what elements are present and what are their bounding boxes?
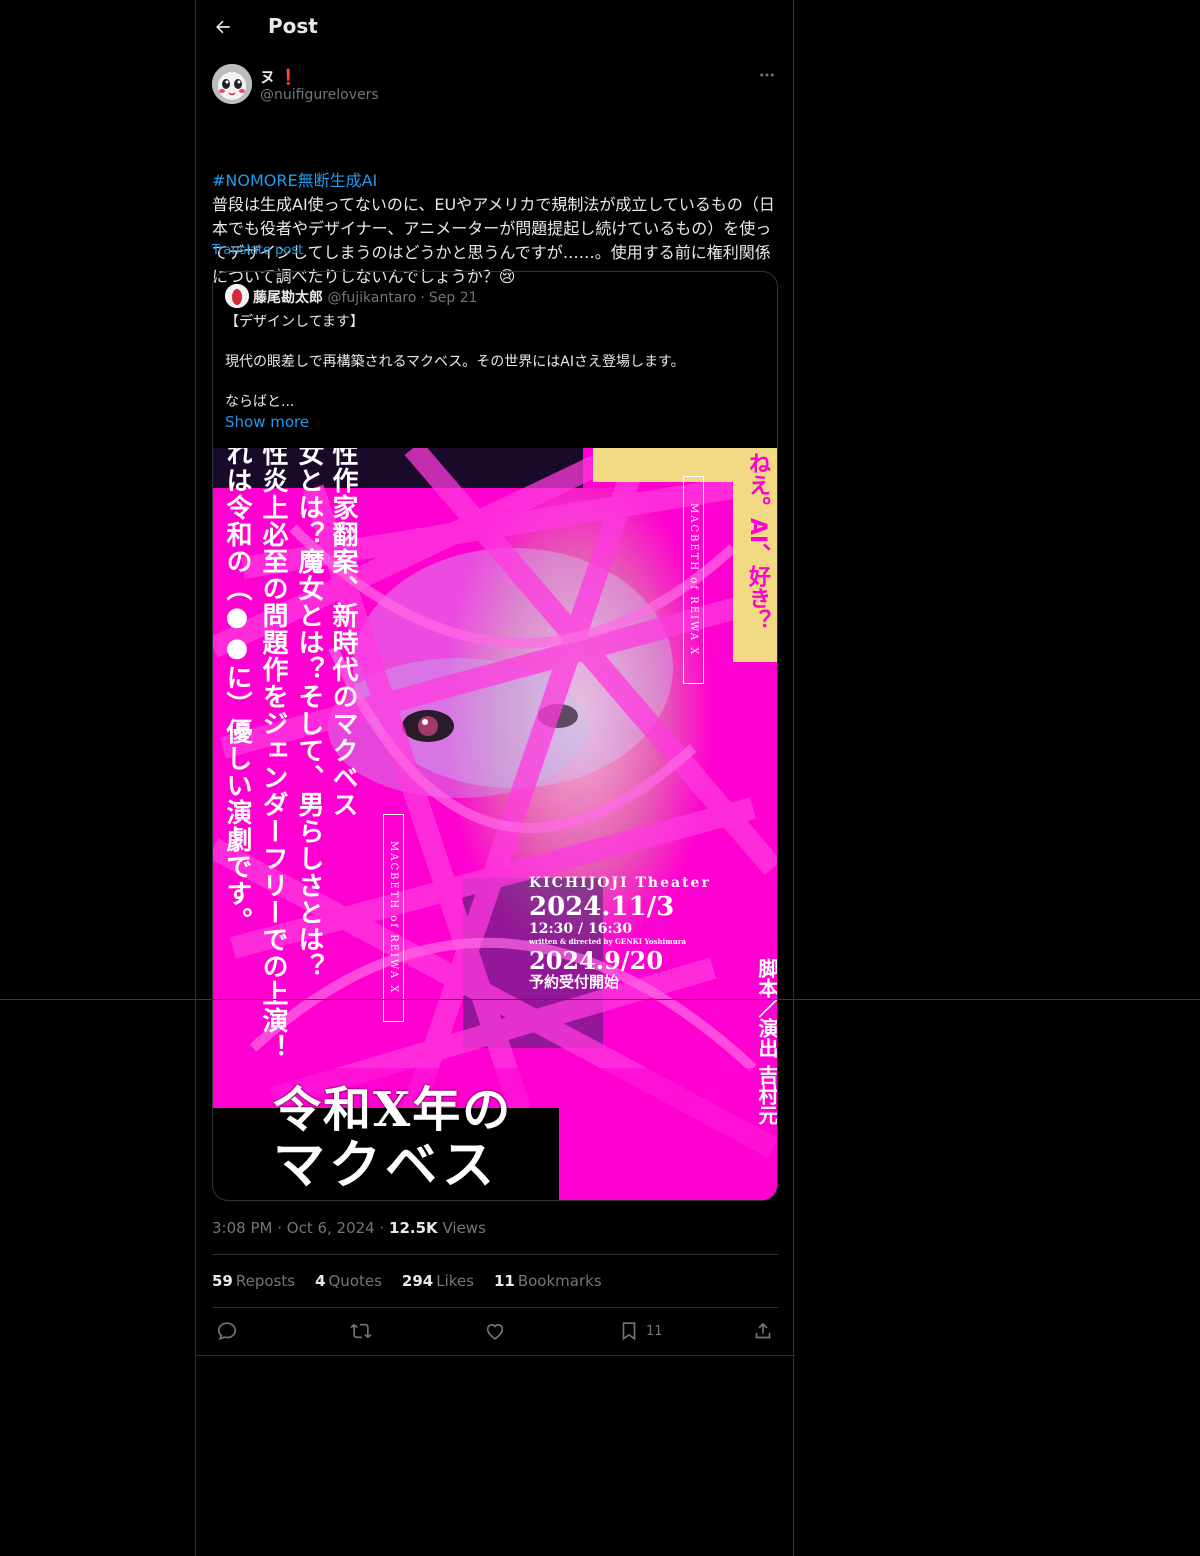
overlay-line	[0, 999, 1200, 1000]
quoted-author-name: 藤尾勘太郎	[253, 290, 323, 306]
reply-icon	[217, 1322, 237, 1341]
post-stats: 59 Reposts 4 Quotes 294 Likes 11 Bookmarks	[212, 1272, 602, 1290]
show-more-link[interactable]: Show more	[225, 413, 309, 431]
post-meta: 3:08 PM · Oct 6, 2024 · 12.5K Views	[212, 1219, 486, 1237]
share-icon	[755, 1322, 771, 1339]
reply-button[interactable]	[216, 1319, 238, 1343]
poster-vertical-text-4: れは令和の（●●に）優しい演劇です。	[222, 448, 252, 934]
avatar-image	[212, 64, 252, 104]
author-badge: ❗	[279, 68, 298, 86]
poster-event-info: KICHIJOJI Theater 2024.11/3 12:30 / 16:3…	[529, 876, 739, 990]
bookmark-icon	[622, 1322, 636, 1341]
author-name[interactable]: ヌ ❗	[260, 66, 298, 87]
poster-macbeth-frame-top: MACBETH of REIWA X	[683, 476, 704, 684]
bookmarks-label: Bookmarks	[517, 1272, 602, 1290]
quoted-author-handle: @fujikantaro	[327, 290, 417, 306]
quoted-image[interactable]: ねえ。AI、好き？ 性作家翻案、新時代のマクベス 女とは？魔女とは？そして、男ら…	[213, 448, 778, 1200]
arrow-left-icon	[216, 20, 230, 34]
poster-credits: written & directed by GENKI Yoshimura	[529, 937, 686, 946]
views-label: Views	[442, 1219, 486, 1237]
bookmarks-count: 11	[493, 1272, 515, 1290]
poster-date-2: 2024.9/20	[529, 946, 664, 975]
poster-vertical-text-1: 性作家翻案、新時代のマクベス	[328, 448, 358, 818]
bookmark-count: 11	[646, 1323, 663, 1339]
quoted-avatar	[225, 284, 249, 308]
author-handle[interactable]: @nuifigurelovers	[260, 87, 379, 103]
quoted-line-2: 現代の眼差しで再構築されるマクベス。その世界にはAIさえ登場します。	[225, 354, 685, 370]
reposts-count: 59	[212, 1272, 233, 1290]
poster-ai-text: ねえ。AI、好き？	[745, 452, 770, 632]
poster-times: 12:30 / 16:30	[529, 921, 633, 937]
avatar[interactable]	[212, 64, 252, 104]
poster-macbeth-frame-mid: MACBETH of REIWA X	[383, 814, 404, 1022]
poster-theater: KICHIJOJI Theater	[529, 875, 711, 891]
bookmark-button[interactable]: 11	[618, 1319, 663, 1343]
heart-icon	[486, 1323, 504, 1340]
quotes-stat[interactable]: 4 Quotes	[315, 1272, 382, 1290]
poster-vertical-text-3: 性炎上必至の問題作をジェンダーフリーでの上演！	[258, 448, 288, 1061]
poster-title-line-2: マクベス	[273, 1135, 499, 1196]
bookmarks-stat[interactable]: 11 Bookmarks	[494, 1272, 602, 1290]
quoted-header: 藤尾勘太郎 @fujikantaro · Sep 21	[253, 287, 478, 307]
author-display-name: ヌ	[260, 68, 276, 86]
quoted-date: Sep 21	[428, 290, 478, 306]
back-button[interactable]	[208, 12, 238, 42]
quoted-line-1: 【デザインしてます】	[225, 314, 364, 330]
poster-date-1: 2024.11/3	[529, 892, 675, 922]
quoted-post[interactable]: 藤尾勘太郎 @fujikantaro · Sep 21 【デザインしてます】 現代の…	[212, 271, 778, 1201]
repost-button[interactable]	[350, 1319, 372, 1343]
like-button[interactable]	[484, 1319, 506, 1343]
divider	[212, 1307, 778, 1308]
share-button[interactable]	[752, 1319, 774, 1343]
likes-label: Likes	[436, 1272, 474, 1290]
post-date[interactable]: Oct 6, 2024	[287, 1219, 375, 1237]
primary-column: Post ヌ ❗ @nuifigurelovers #NOMORE無断生成AI …	[195, 0, 795, 1556]
separator-dot: ·	[420, 290, 425, 306]
likes-stat[interactable]: 294 Likes	[402, 1272, 474, 1290]
post-time[interactable]: 3:08 PM	[212, 1219, 272, 1237]
quoted-line-3: ならばと...	[225, 394, 295, 410]
divider	[196, 1355, 795, 1356]
more-options-button[interactable]	[756, 64, 778, 86]
views-count: 12.5K	[389, 1219, 438, 1237]
more-icon	[760, 73, 774, 77]
header: Post	[196, 0, 795, 54]
quotes-label: Quotes	[328, 1272, 382, 1290]
action-bar: 11	[212, 1319, 778, 1343]
poster-side-credit: 脚本／演出 吉村元	[755, 958, 778, 1125]
reposts-stat[interactable]: 59 Reposts	[212, 1272, 295, 1290]
translate-post-link[interactable]: Translate post	[212, 243, 303, 258]
page-title: Post	[268, 14, 318, 38]
repost-icon	[350, 1323, 372, 1339]
hashtag-link[interactable]: #NOMORE無断生成AI	[212, 169, 778, 193]
quoted-avatar-image	[225, 284, 249, 308]
likes-count: 294	[401, 1272, 434, 1290]
quotes-count: 4	[315, 1272, 326, 1290]
divider	[212, 1254, 778, 1255]
poster-reservation: 予約受付開始	[529, 973, 620, 991]
reposts-label: Reposts	[235, 1272, 296, 1290]
poster-vertical-text-2: 女とは？魔女とは？そして、男らしさとは？	[294, 448, 324, 980]
